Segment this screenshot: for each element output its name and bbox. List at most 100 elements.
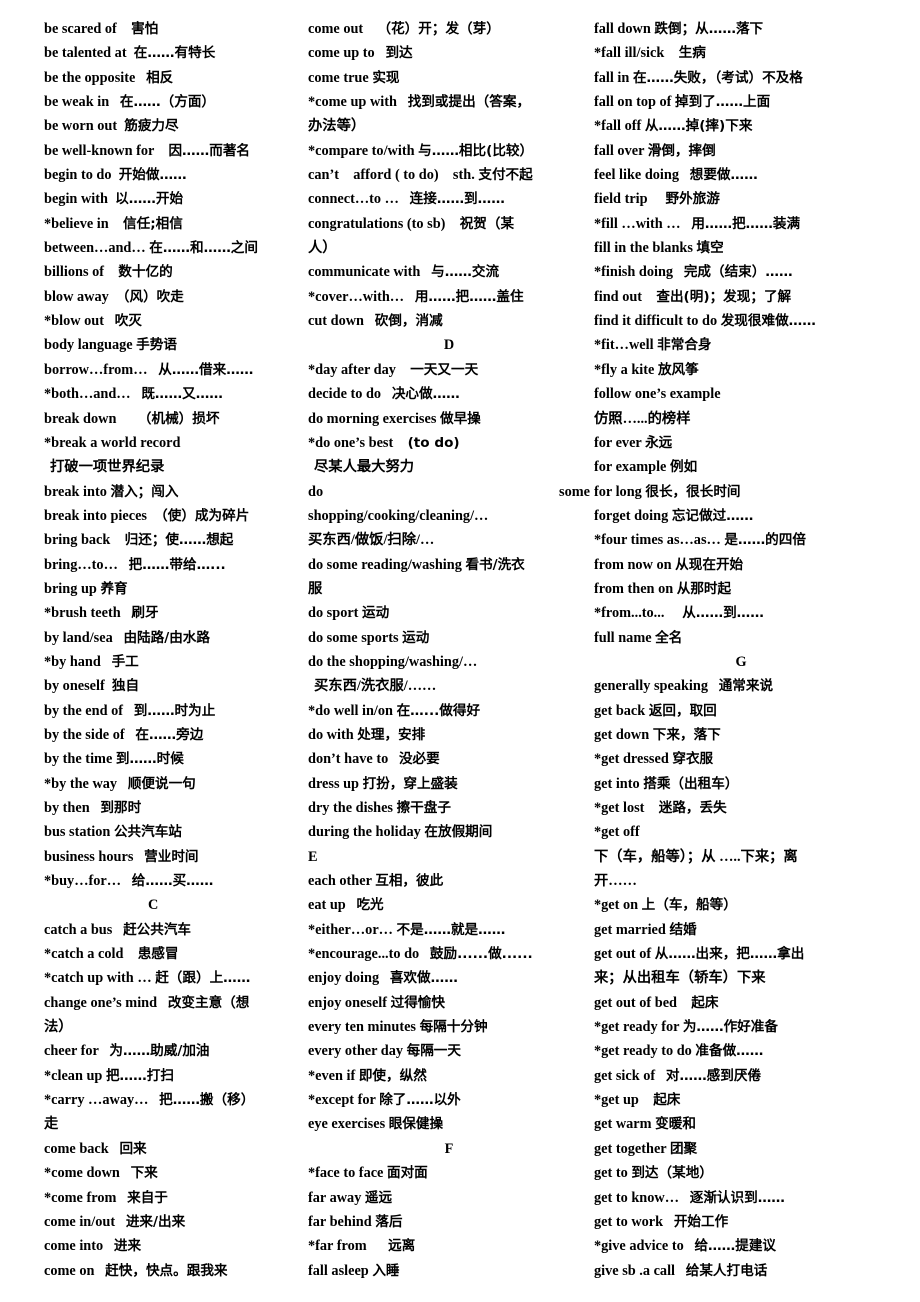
entry-gap bbox=[112, 922, 123, 938]
vocabulary-entry-continuation: 来；从出租车（轿车）下来 bbox=[594, 966, 888, 990]
entry-gap bbox=[393, 435, 407, 451]
entry-gap bbox=[648, 191, 666, 207]
vocabulary-entry: *get off bbox=[594, 820, 888, 844]
entry-translation: 以……开始 bbox=[115, 191, 184, 208]
vocabulary-entry: by the time 到……时候 bbox=[44, 747, 298, 771]
section-letter-heading: F bbox=[444, 1140, 454, 1157]
entry-translation: 准备做…… bbox=[695, 1043, 764, 1060]
vocabulary-entry: *get up 起床 bbox=[594, 1088, 888, 1112]
entry-term: get warm bbox=[594, 1116, 652, 1133]
vocabulary-entry: change one’s mind 改变主意（想 bbox=[44, 991, 298, 1015]
entry-translation: （花）开；发（芽） bbox=[377, 21, 500, 37]
vocabulary-entry: bring…to… 把……带给…... bbox=[44, 553, 298, 577]
entry-term: get into bbox=[594, 775, 640, 792]
entry-translation: 到……时为止 bbox=[133, 702, 216, 719]
entry-term: *far from bbox=[308, 1238, 367, 1255]
vocabulary-entry-continuation: 法） bbox=[44, 1015, 298, 1039]
entry-gap bbox=[148, 362, 159, 378]
vocabulary-entry: forget doing 忘记做过…… bbox=[594, 504, 888, 528]
entry-term: billions of bbox=[44, 264, 104, 281]
entry-gap bbox=[404, 289, 415, 305]
entry-term: communicate with bbox=[308, 264, 421, 281]
vocabulary-entry: *encourage...to do 鼓励......做...... bbox=[308, 942, 590, 966]
vocabulary-entry: by land/sea 由陆路/由水路 bbox=[44, 626, 298, 650]
entry-term: bring back bbox=[44, 532, 111, 549]
entry-term: *from...to... bbox=[594, 605, 665, 622]
entry-translation: 落后 bbox=[375, 1213, 403, 1230]
vocabulary-entry: bring back 归还；使……想起 bbox=[44, 528, 298, 552]
entry-translation: 每隔一天 bbox=[406, 1043, 461, 1060]
vocabulary-entry: get together 团聚 bbox=[594, 1137, 888, 1161]
vocabulary-entry: get to 到达（某地） bbox=[594, 1161, 888, 1185]
vocabulary-entry: *carry …away… 把……搬（移） bbox=[44, 1088, 298, 1112]
entry-term: bring up bbox=[44, 580, 97, 597]
vocabulary-entry: *catch up with … 赶（跟）上…… bbox=[44, 966, 298, 990]
vocabulary-entry: for example 例如 bbox=[594, 455, 888, 479]
entry-term: *get ready to do bbox=[594, 1043, 692, 1060]
entry-translation: 运动 bbox=[402, 629, 430, 646]
entry-translation: 养育 bbox=[100, 580, 128, 597]
entry-gap bbox=[109, 289, 116, 305]
entry-term: *except for bbox=[308, 1092, 376, 1109]
vocabulary-entry: do the shopping/washing/… bbox=[308, 650, 590, 674]
vocabulary-entry-continuation: 人） bbox=[308, 236, 590, 260]
entry-translation: 手势语 bbox=[136, 337, 177, 354]
entry-term: for ever bbox=[594, 434, 642, 451]
entry-translation: 祝贺（某 bbox=[459, 215, 515, 232]
vocabulary-entry: from now on 从现在开始 bbox=[594, 553, 888, 577]
vocabulary-entry: *get lost 迷路，丢失 bbox=[594, 796, 888, 820]
entry-translation: 处理，安排 bbox=[357, 726, 426, 743]
entry-term: *catch a cold bbox=[44, 946, 124, 963]
vocabulary-entry: *come from 来自于 bbox=[44, 1186, 298, 1210]
entry-term: be scared of bbox=[44, 21, 117, 37]
entry-term: do bbox=[308, 483, 324, 500]
entry-term: *four times as…as… bbox=[594, 532, 721, 549]
entry-translation: 用……把……盖住 bbox=[414, 288, 524, 305]
entry-term: *do well in/on bbox=[308, 702, 394, 719]
entry-translation: 开始工作 bbox=[673, 1213, 729, 1230]
vocabulary-entry: fall over 滑倒，摔倒 bbox=[594, 139, 888, 163]
entry-term: do some reading/washing bbox=[308, 556, 462, 573]
entry-term: *come up with bbox=[308, 94, 397, 111]
entry-term: eat up bbox=[308, 897, 346, 914]
entry-term: get sick of bbox=[594, 1067, 656, 1084]
entry-term: enjoy oneself bbox=[308, 994, 388, 1011]
entry-translation: 入睡 bbox=[372, 1262, 400, 1279]
entry-term: *get off bbox=[594, 824, 640, 841]
vocabulary-entry: find out 查出(明)；发现；了解 bbox=[594, 285, 888, 309]
entry-translation: 上（车，船等） bbox=[641, 897, 737, 914]
entry-gap bbox=[109, 216, 123, 232]
entry-term: can’t afford ( to do) sth. bbox=[308, 167, 475, 184]
entry-gap bbox=[104, 264, 118, 280]
entry-translation: 穿衣服 bbox=[672, 751, 714, 768]
vocabulary-entry: come into 进来 bbox=[44, 1234, 298, 1258]
entry-term: between…and… bbox=[44, 240, 146, 257]
vocabulary-entry: come out （花）开；发（芽） bbox=[308, 17, 590, 41]
entry-term: bus station bbox=[44, 824, 111, 841]
entry-translation: 搭乘（出租车） bbox=[643, 775, 739, 792]
entry-term: fall down bbox=[594, 21, 651, 37]
vocabulary-entry: for ever 永远 bbox=[594, 431, 888, 455]
entry-term: each other bbox=[308, 873, 372, 890]
entry-term: be weak in bbox=[44, 94, 110, 111]
vocabulary-entry: *by hand 手工 bbox=[44, 650, 298, 674]
vocabulary-entry-continuation: 走 bbox=[44, 1112, 298, 1136]
entry-gap bbox=[116, 411, 137, 427]
vocabulary-entry: far away 遥远 bbox=[308, 1186, 590, 1210]
entry-translation: 生病 bbox=[678, 45, 706, 62]
entry-term: enjoy doing bbox=[308, 970, 380, 987]
vocabulary-entry: *fall ill/sick 生病 bbox=[594, 41, 888, 65]
entry-translation: 实现 bbox=[372, 69, 400, 86]
entry-translation: 从现在开始 bbox=[675, 556, 744, 573]
entry-gap bbox=[664, 45, 678, 61]
entry-term: *come down bbox=[44, 1165, 120, 1182]
entry-gap bbox=[367, 1238, 388, 1254]
entry-translation: 信任;相信 bbox=[123, 215, 183, 232]
entry-translation: 仿照…...的榜样 bbox=[594, 410, 691, 427]
entry-term: come true bbox=[308, 69, 369, 86]
entry-translation: 全名 bbox=[655, 629, 683, 646]
entry-term: find it difficult to do bbox=[594, 313, 718, 330]
entry-translation: 完成（结束）…… bbox=[683, 264, 793, 281]
vocabulary-entry: during the holiday 在放假期间 bbox=[308, 820, 590, 844]
entry-term: dress up bbox=[308, 775, 359, 792]
